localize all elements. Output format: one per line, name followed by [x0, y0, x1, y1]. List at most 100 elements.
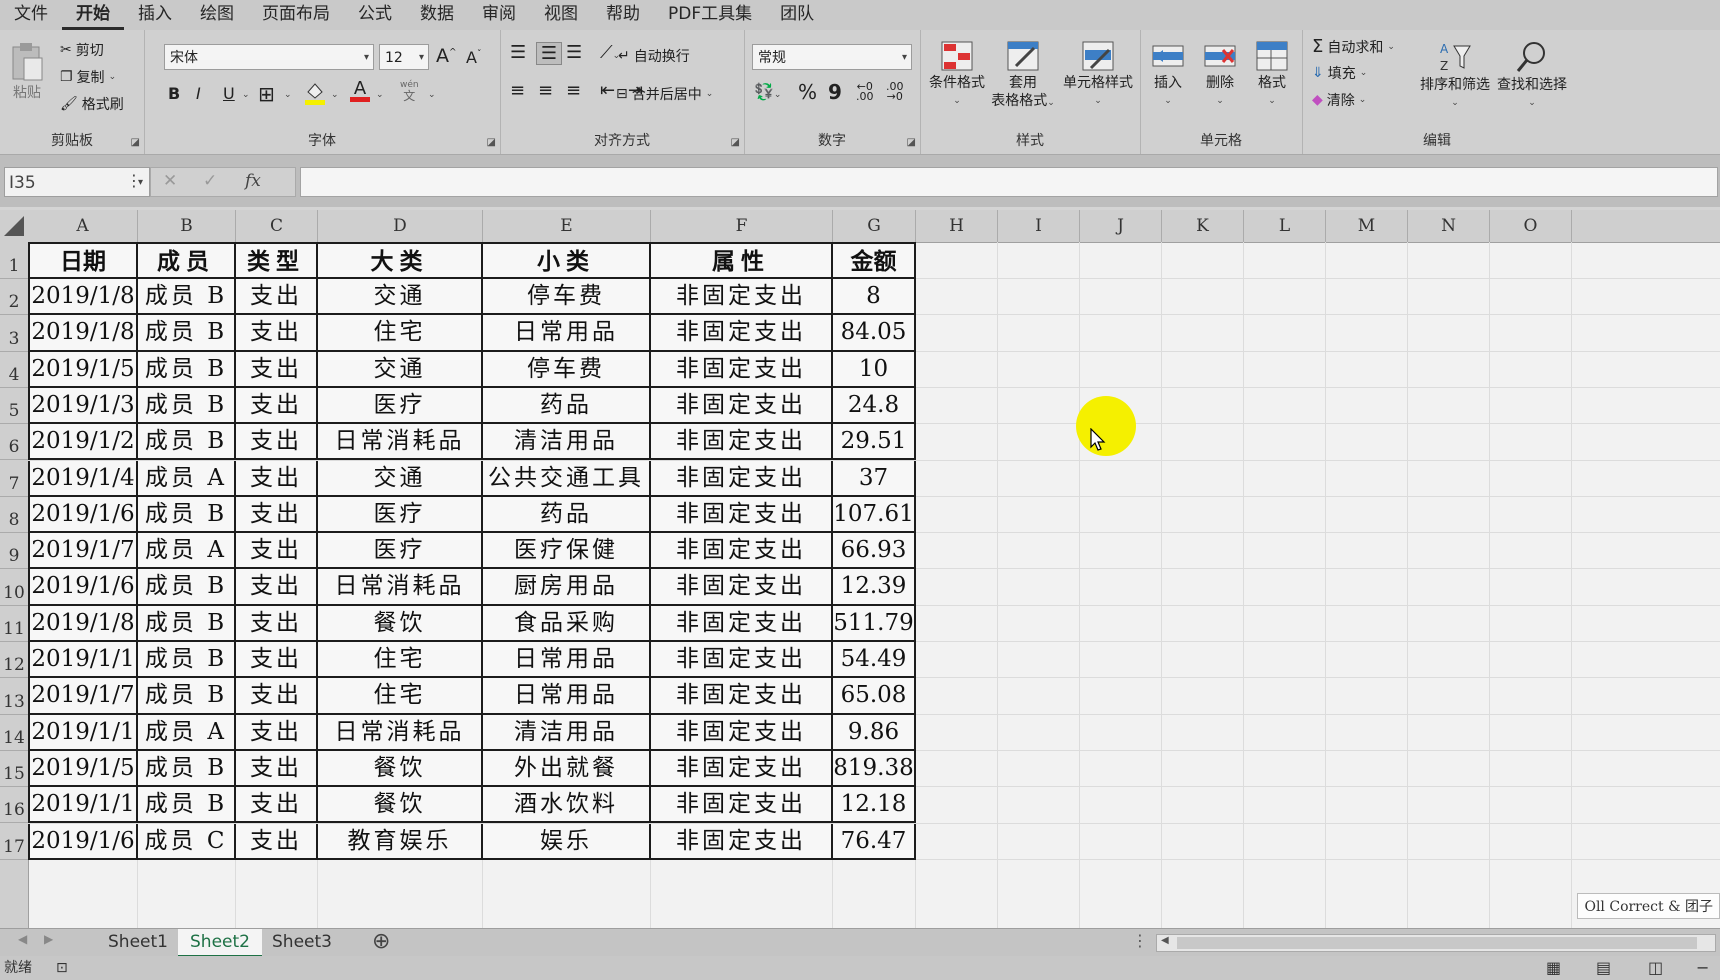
tab-team[interactable]: 团队 — [766, 2, 828, 30]
macro-record-icon[interactable]: ⊡ — [56, 956, 68, 980]
zoom-out-icon[interactable]: − — [1696, 956, 1709, 980]
table-cell[interactable]: 娱乐 — [483, 823, 651, 860]
sheet-tab-sheet2[interactable]: Sheet2 — [178, 929, 262, 958]
table-header-cell[interactable]: 小类 — [483, 242, 651, 279]
table-cell[interactable]: 2019/1/5 — [28, 351, 138, 388]
table-cell[interactable]: 支出 — [236, 678, 318, 715]
table-header-cell[interactable]: 大类 — [318, 242, 483, 279]
decrease-indent-button[interactable]: ⇤ — [600, 80, 615, 101]
row-header[interactable]: 14 — [0, 715, 28, 751]
sheet-tab-sheet3[interactable]: Sheet3 — [260, 929, 344, 955]
page-layout-view-icon[interactable]: ▤ — [1596, 956, 1611, 980]
comma-style-button[interactable]: 9 — [828, 80, 842, 104]
table-cell[interactable]: 12.39 — [833, 569, 916, 606]
table-cell[interactable]: 12.18 — [833, 787, 916, 824]
font-size-dropdown[interactable]: 12 ▾ — [379, 44, 429, 70]
table-cell[interactable]: 107.61 — [833, 496, 916, 534]
table-cell[interactable]: 餐饮 — [318, 787, 483, 824]
column-header[interactable]: I — [998, 210, 1080, 242]
table-cell[interactable]: 停车费 — [483, 351, 651, 388]
table-cell[interactable]: 交通 — [318, 279, 483, 316]
row-header[interactable]: 2 — [0, 279, 28, 316]
table-cell[interactable]: 食品采购 — [483, 605, 651, 642]
table-cell[interactable]: 成员 B — [138, 750, 236, 788]
row-header[interactable]: 6 — [0, 424, 28, 461]
table-cell[interactable]: 支出 — [236, 642, 318, 679]
decrease-decimal-button[interactable]: .00 →0 — [886, 81, 904, 102]
table-cell[interactable]: 非固定支出 — [651, 787, 833, 824]
table-cell[interactable]: 餐饮 — [318, 750, 483, 788]
table-cell[interactable]: 非固定支出 — [651, 678, 833, 715]
table-cell[interactable]: 819.38 — [833, 750, 916, 788]
table-cell[interactable]: 支出 — [236, 750, 318, 788]
normal-view-icon[interactable]: ▦ — [1546, 956, 1561, 980]
table-header-cell[interactable]: 类型 — [236, 242, 318, 279]
align-left-button[interactable]: ≡ — [510, 80, 525, 101]
table-cell[interactable]: 成员 A — [138, 460, 236, 497]
table-cell[interactable]: 54.49 — [833, 642, 916, 679]
table-cell[interactable]: 支出 — [236, 351, 318, 388]
row-header[interactable]: 9 — [0, 533, 28, 570]
cancel-icon[interactable]: ✕ — [163, 171, 177, 191]
column-header[interactable]: M — [1326, 210, 1408, 242]
column-header[interactable]: D — [318, 210, 483, 242]
table-cell[interactable]: 2019/1/7 — [28, 533, 138, 570]
table-cell[interactable]: 餐饮 — [318, 605, 483, 642]
table-cell[interactable]: 非固定支出 — [651, 315, 833, 352]
scroll-left-icon[interactable]: ◀ — [1161, 935, 1169, 946]
dialog-launcher-icon[interactable]: ◪ — [731, 137, 740, 148]
table-cell[interactable]: 日常消耗品 — [318, 714, 483, 751]
table-cell[interactable]: 日常用品 — [483, 315, 651, 352]
table-cell[interactable]: 交通 — [318, 460, 483, 497]
insert-function-icon[interactable]: fx — [245, 171, 261, 191]
tab-review[interactable]: 审阅 — [468, 2, 530, 30]
table-cell[interactable]: 成员 B — [138, 678, 236, 715]
table-cell[interactable]: 76.47 — [833, 823, 916, 860]
table-cell[interactable]: 成员 B — [138, 424, 236, 461]
table-cell[interactable]: 支出 — [236, 605, 318, 642]
column-header[interactable]: H — [916, 210, 998, 242]
align-top-button[interactable]: ☰ — [510, 42, 526, 63]
table-cell[interactable]: 成员 B — [138, 605, 236, 642]
table-cell[interactable]: 非固定支出 — [651, 496, 833, 534]
scroll-left-icon[interactable]: ◀ — [18, 932, 27, 946]
table-cell[interactable]: 2019/1/7 — [28, 678, 138, 715]
fill-color-button[interactable] — [304, 80, 326, 110]
bold-button[interactable]: B — [168, 84, 180, 103]
table-cell[interactable]: 2019/1/3 — [28, 387, 138, 425]
tab-draw[interactable]: 绘图 — [186, 2, 248, 30]
format-painter-button[interactable]: 🖌 格式刷 — [60, 94, 124, 114]
column-header[interactable]: N — [1408, 210, 1490, 242]
column-header[interactable]: C — [236, 210, 318, 242]
tab-data[interactable]: 数据 — [406, 2, 468, 30]
table-cell[interactable]: 511.79 — [833, 605, 916, 642]
table-cell[interactable]: 厨房用品 — [483, 569, 651, 606]
table-cell[interactable]: 药品 — [483, 496, 651, 534]
row-header[interactable]: 3 — [0, 315, 28, 352]
table-cell[interactable]: 支出 — [236, 424, 318, 461]
table-cell[interactable]: 支出 — [236, 823, 318, 860]
table-cell[interactable]: 日常消耗品 — [318, 569, 483, 606]
more-options-icon[interactable]: ⋮ — [1132, 931, 1148, 950]
table-cell[interactable]: 2019/1/8 — [28, 605, 138, 642]
table-cell[interactable]: 停车费 — [483, 279, 651, 316]
number-format-dropdown[interactable]: 常规 ▾ — [752, 44, 912, 70]
phonetic-guide-button[interactable]: wén 文 — [400, 80, 419, 102]
table-cell[interactable]: 成员 C — [138, 823, 236, 860]
increase-decimal-button[interactable]: ←0.00 — [856, 81, 874, 102]
table-cell[interactable]: 2019/1/6 — [28, 569, 138, 606]
table-cell[interactable]: 84.05 — [833, 315, 916, 352]
format-cells-button[interactable]: 格式 ⌄ — [1246, 36, 1298, 110]
align-right-button[interactable]: ≡ — [566, 80, 581, 101]
underline-button[interactable]: U — [223, 84, 235, 103]
percent-style-button[interactable]: % — [798, 80, 817, 104]
column-header[interactable]: E — [483, 210, 651, 242]
decrease-font-size-button[interactable]: Aˇ — [466, 48, 481, 67]
table-cell[interactable]: 住宅 — [318, 642, 483, 679]
table-cell[interactable]: 非固定支出 — [651, 569, 833, 606]
table-cell[interactable]: 非固定支出 — [651, 279, 833, 316]
align-center-button[interactable]: ≡ — [538, 80, 553, 101]
chevron-down-icon[interactable]: ⌄ — [376, 90, 384, 100]
table-cell[interactable]: 非固定支出 — [651, 750, 833, 788]
font-name-dropdown[interactable]: 宋体 ▾ — [164, 44, 374, 70]
